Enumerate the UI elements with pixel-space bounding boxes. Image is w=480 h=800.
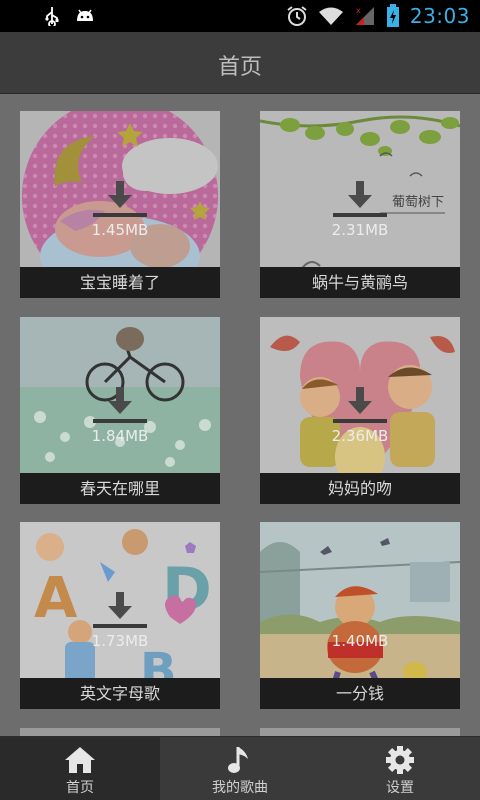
title-bar: 首页 (0, 32, 480, 94)
download-indicator[interactable]: 1.45MB (20, 179, 220, 239)
signal-icon: x (355, 6, 374, 25)
file-size: 2.36MB (331, 427, 389, 445)
wifi-icon (318, 7, 343, 25)
tab-my-songs[interactable]: 我的歌曲 (160, 737, 320, 800)
song-title: 妈妈的吻 (260, 473, 460, 504)
clock: 23:03 (409, 4, 470, 28)
svg-text:x: x (356, 6, 361, 15)
file-size: 1.84MB (91, 427, 149, 445)
song-title: 一分钱 (260, 678, 460, 709)
file-size: 1.73MB (91, 632, 149, 650)
song-title: 宝宝睡着了 (20, 267, 220, 298)
download-indicator[interactable]: 2.36MB (260, 385, 460, 445)
music-note-icon (228, 747, 248, 773)
bottom-tab-bar: 首页 我的歌曲 设置 (0, 736, 480, 800)
download-icon[interactable] (90, 590, 150, 630)
download-icon[interactable] (90, 385, 150, 425)
file-size: 1.40MB (331, 632, 389, 650)
song-title: 春天在哪里 (20, 473, 220, 504)
file-size: 2.31MB (331, 221, 389, 239)
tab-my-songs-label: 我的歌曲 (212, 780, 268, 796)
song-card[interactable]: 1.84MB 春天在哪里 (20, 317, 220, 504)
download-indicator[interactable]: 1.40MB (260, 590, 460, 650)
song-card-partial[interactable] (20, 728, 220, 736)
song-title: 蜗牛与黄鹂鸟 (260, 267, 460, 298)
download-indicator[interactable]: 2.31MB (260, 179, 460, 239)
status-bar: x 23:03 (0, 0, 480, 32)
song-card-partial[interactable] (260, 728, 460, 736)
tab-home-label: 首页 (66, 780, 94, 796)
download-indicator[interactable]: 1.84MB (20, 385, 220, 445)
download-icon[interactable] (90, 179, 150, 219)
download-indicator[interactable]: 1.73MB (20, 590, 220, 650)
song-card[interactable]: A D B 1.73MB 英文字母歌 (20, 522, 220, 709)
download-icon[interactable] (330, 179, 390, 219)
song-card[interactable]: 1.40MB 一分钱 (260, 522, 460, 709)
android-debug-icon (77, 9, 93, 21)
usb-icon (45, 7, 59, 26)
tab-settings-label: 设置 (386, 780, 414, 796)
song-grid[interactable]: 1.45MB 宝宝睡着了 葡萄树下 2.31MB 蜗牛与黄鹂鸟 1.84MB 春… (0, 94, 480, 736)
song-card[interactable]: 1.45MB 宝宝睡着了 (20, 111, 220, 298)
battery-charging-icon (386, 4, 399, 27)
download-icon[interactable] (330, 385, 390, 425)
song-title: 英文字母歌 (20, 678, 220, 709)
file-size: 1.45MB (91, 221, 149, 239)
home-icon (65, 747, 95, 773)
gear-icon (386, 746, 414, 774)
song-card[interactable]: 葡萄树下 2.31MB 蜗牛与黄鹂鸟 (260, 111, 460, 298)
tab-settings[interactable]: 设置 (320, 737, 480, 800)
page-title: 首页 (217, 55, 262, 80)
alarm-icon (287, 6, 307, 26)
tab-home[interactable]: 首页 (0, 737, 160, 800)
song-card[interactable]: 2.36MB 妈妈的吻 (260, 317, 460, 504)
